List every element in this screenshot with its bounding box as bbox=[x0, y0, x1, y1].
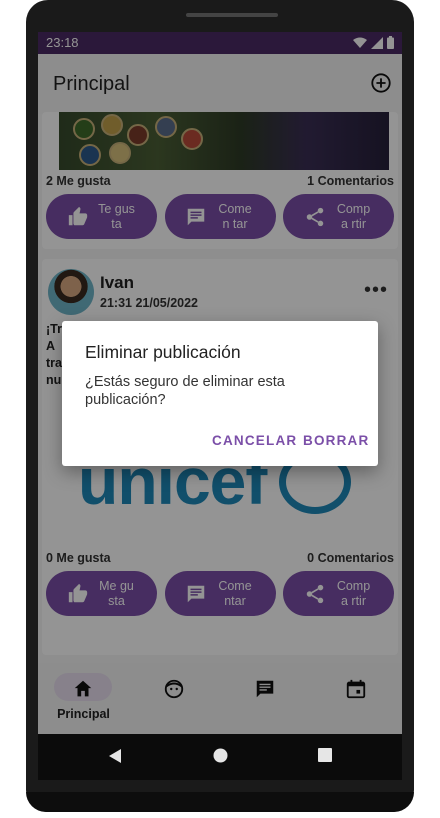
phone-bottom-edge bbox=[26, 792, 414, 812]
dialog-message: ¿Estás seguro de eliminar esta publicaci… bbox=[85, 374, 285, 408]
home-button-icon[interactable] bbox=[213, 748, 228, 763]
delete-button[interactable]: BORRAR bbox=[303, 433, 369, 448]
delete-post-dialog: Eliminar publicación ¿Estás seguro de el… bbox=[62, 321, 378, 466]
system-navigation-bar bbox=[38, 734, 402, 780]
back-icon[interactable] bbox=[108, 748, 122, 764]
dialog-title: Eliminar publicación bbox=[85, 342, 241, 362]
app-screen: 23:18 Principal 2 Me gusta 1 Comentarios… bbox=[38, 32, 402, 734]
recents-icon[interactable] bbox=[318, 748, 332, 762]
cancel-button[interactable]: CANCELAR bbox=[212, 433, 297, 448]
speaker-slot bbox=[186, 13, 278, 17]
